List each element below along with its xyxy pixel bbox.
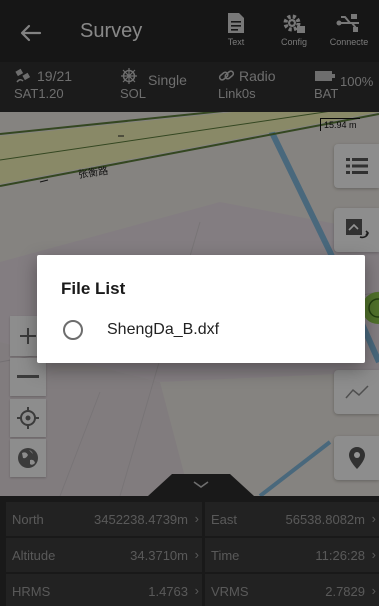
- dialog-title: File List: [61, 279, 126, 298]
- file-list-dialog: File List ShengDa_B.dxf: [37, 255, 365, 363]
- file-list-item[interactable]: ShengDa_B.dxf: [55, 313, 355, 347]
- file-name: ShengDa_B.dxf: [107, 321, 220, 338]
- radio-button[interactable]: [63, 320, 83, 340]
